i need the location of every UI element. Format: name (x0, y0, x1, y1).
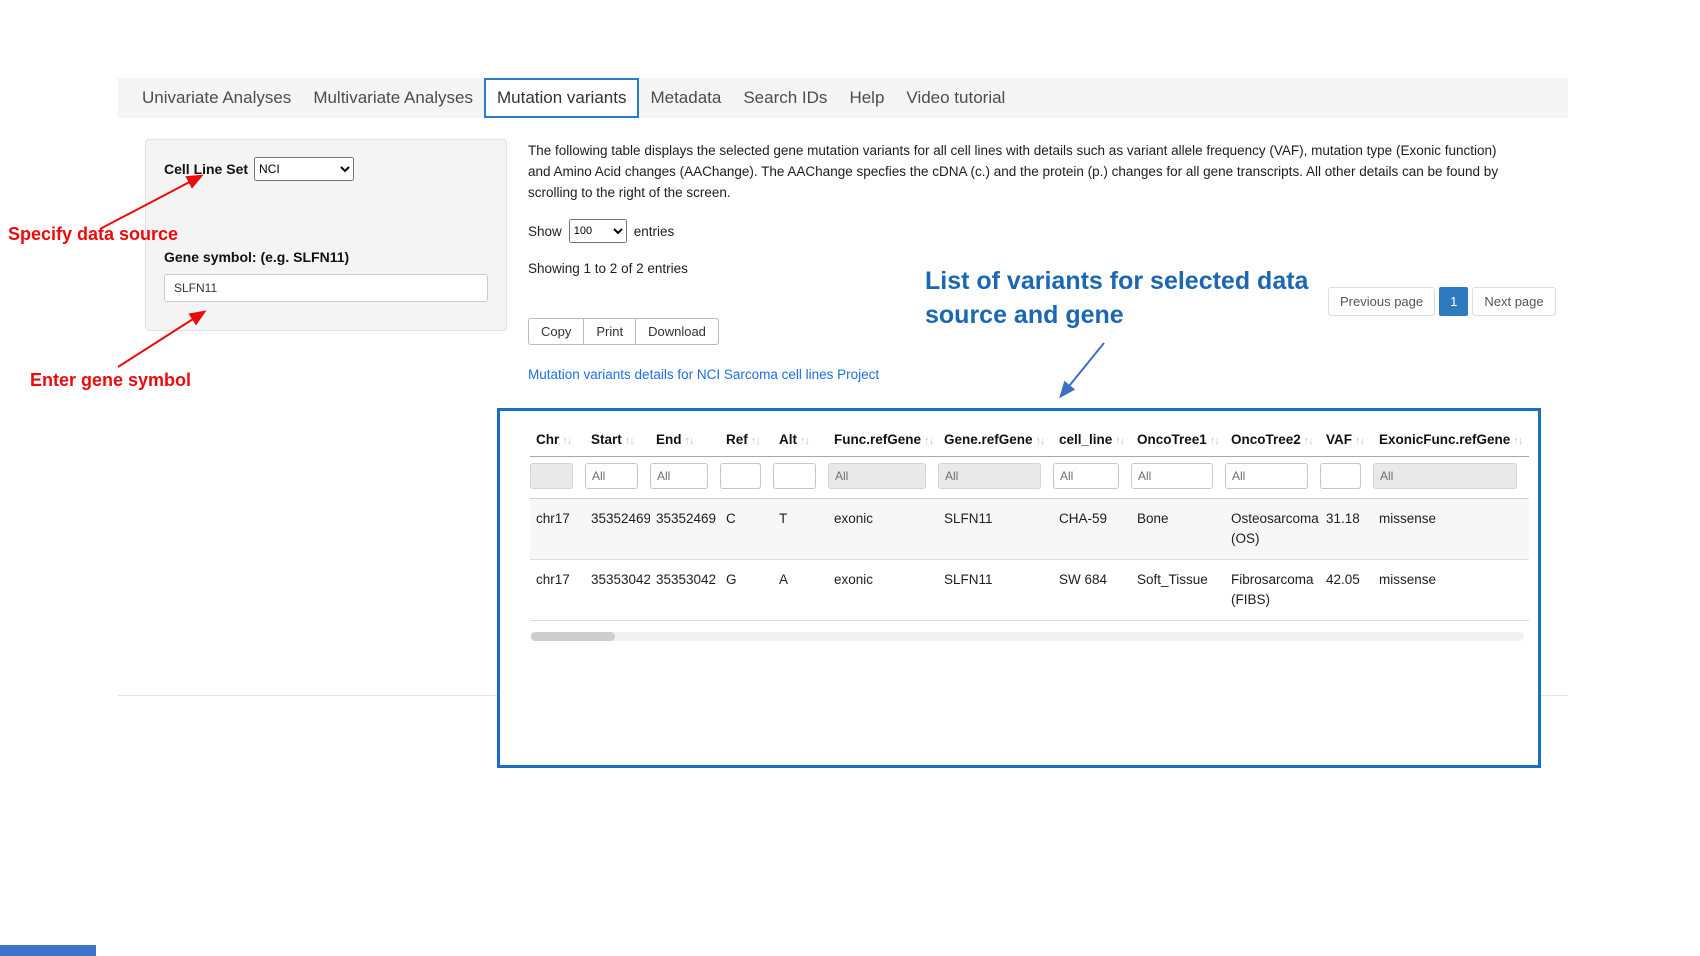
tab-univariate-analyses[interactable]: Univariate Analyses (131, 78, 302, 118)
sort-icon[interactable] (1033, 432, 1045, 447)
horizontal-scrollbar[interactable] (530, 632, 1524, 641)
annotation-variants-list-line2: source and gene (925, 298, 1308, 332)
cell-line-set-select[interactable]: NCI (254, 157, 354, 181)
filter-start[interactable] (585, 463, 638, 489)
column-header-vaf[interactable]: VAF (1320, 423, 1373, 457)
print-button[interactable]: Print (584, 318, 636, 345)
page-length-select[interactable]: 100 (569, 219, 627, 243)
top-navbar: Univariate Analyses Multivariate Analyse… (118, 78, 1568, 118)
annotation-specify-data-source: Specify data source (8, 224, 178, 245)
filter-cell-line[interactable] (1053, 463, 1119, 489)
column-header-end[interactable]: End (650, 423, 720, 457)
column-header-gene-refgene[interactable]: Gene.refGene (938, 423, 1053, 457)
export-button-group: Copy Print Download (528, 318, 719, 345)
sort-icon[interactable] (1112, 432, 1124, 447)
sort-icon[interactable] (1207, 432, 1219, 447)
sort-icon[interactable] (1301, 432, 1313, 447)
sort-icon[interactable] (559, 432, 571, 447)
column-header-chr[interactable]: Chr (530, 423, 585, 457)
sort-icon[interactable] (682, 432, 694, 447)
tab-help[interactable]: Help (838, 78, 895, 118)
cell-line-set-label: Cell Line Set (164, 161, 248, 177)
table-row[interactable]: chr17 35352469 35352469 C T exonic SLFN1… (530, 499, 1529, 560)
table-row[interactable]: chr17 35353042 35353042 G A exonic SLFN1… (530, 560, 1529, 621)
filter-oncotree1[interactable] (1131, 463, 1213, 489)
filter-func-refgene[interactable] (828, 463, 926, 489)
variants-table: Chr Start End Ref Alt Func.refGene Gene.… (530, 423, 1529, 621)
column-header-start[interactable]: Start (585, 423, 650, 457)
variants-table-container: Chr Start End Ref Alt Func.refGene Gene.… (497, 408, 1541, 768)
column-header-cell-line[interactable]: cell_line (1053, 423, 1131, 457)
tab-metadata[interactable]: Metadata (639, 78, 732, 118)
filter-alt[interactable] (773, 463, 816, 489)
sort-icon[interactable] (797, 432, 809, 447)
page-length-control: Show 100 entries (528, 219, 1520, 243)
column-header-alt[interactable]: Alt (773, 423, 828, 457)
bottom-left-blue-strip (0, 945, 96, 956)
sort-icon[interactable] (921, 432, 933, 447)
tab-search-ids[interactable]: Search IDs (732, 78, 838, 118)
column-header-oncotree2[interactable]: OncoTree2 (1225, 423, 1320, 457)
filter-exonicfunc-refgene[interactable] (1373, 463, 1517, 489)
gene-symbol-label: Gene symbol: (e.g. SLFN11) (164, 249, 488, 265)
tab-multivariate-analyses[interactable]: Multivariate Analyses (302, 78, 484, 118)
table-header-row: Chr Start End Ref Alt Func.refGene Gene.… (530, 423, 1529, 457)
table-description: The following table displays the selecte… (528, 140, 1520, 203)
table-filter-row (530, 457, 1529, 499)
main-content: The following table displays the selecte… (528, 140, 1520, 382)
download-button[interactable]: Download (636, 318, 719, 345)
entries-label: entries (634, 224, 675, 239)
filter-ref[interactable] (720, 463, 761, 489)
annotation-variants-list-line1: List of variants for selected data (925, 264, 1308, 298)
tab-video-tutorial[interactable]: Video tutorial (895, 78, 1016, 118)
table-caption-link[interactable]: Mutation variants details for NCI Sarcom… (528, 367, 1520, 382)
annotation-variants-list: List of variants for selected data sourc… (925, 264, 1308, 332)
sort-icon[interactable] (622, 432, 634, 447)
next-page-button[interactable]: Next page (1472, 287, 1555, 316)
column-header-oncotree1[interactable]: OncoTree1 (1131, 423, 1225, 457)
copy-button[interactable]: Copy (528, 318, 584, 345)
tab-mutation-variants[interactable]: Mutation variants (484, 78, 639, 118)
annotation-enter-gene-symbol: Enter gene symbol (30, 370, 191, 391)
filter-end[interactable] (650, 463, 708, 489)
filter-gene-refgene[interactable] (938, 463, 1041, 489)
sort-icon[interactable] (1510, 432, 1522, 447)
previous-page-button[interactable]: Previous page (1328, 287, 1435, 316)
column-header-func-refgene[interactable]: Func.refGene (828, 423, 938, 457)
sidebar-panel: Cell Line Set NCI Gene symbol: (e.g. SLF… (145, 139, 507, 331)
current-page-button[interactable]: 1 (1439, 287, 1468, 316)
filter-chr[interactable] (530, 463, 573, 489)
filter-oncotree2[interactable] (1225, 463, 1308, 489)
column-header-ref[interactable]: Ref (720, 423, 773, 457)
gene-symbol-input[interactable] (164, 274, 488, 302)
sort-icon[interactable] (1352, 432, 1364, 447)
show-label: Show (528, 224, 562, 239)
sort-icon[interactable] (748, 432, 760, 447)
filter-vaf[interactable] (1320, 463, 1361, 489)
pagination: Previous page 1 Next page (1328, 287, 1556, 316)
horizontal-scrollbar-thumb[interactable] (531, 632, 615, 641)
column-header-exonicfunc-refgene[interactable]: ExonicFunc.refGene (1373, 423, 1529, 457)
